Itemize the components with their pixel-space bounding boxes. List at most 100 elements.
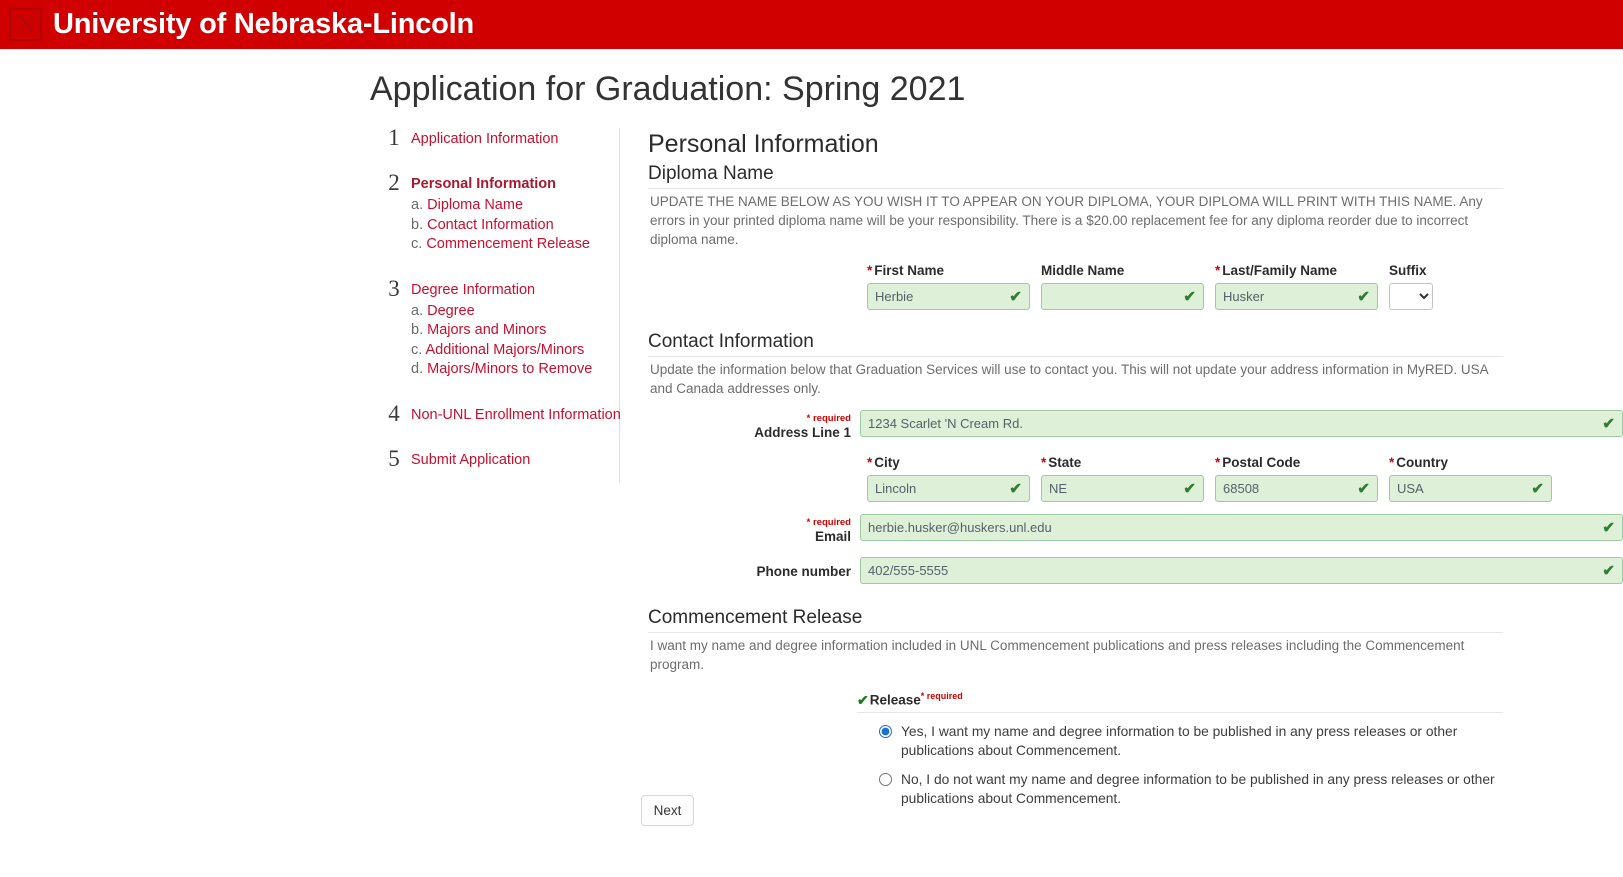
middle-name-label: Middle Name [1041, 263, 1125, 278]
sidebar-item-personal-information[interactable]: Personal Information [411, 175, 617, 194]
contact-helper-text: Update the information below that Gradua… [650, 362, 1488, 396]
list-item: c. Additional Majors/Minors [411, 341, 617, 361]
subsection-heading-commencement-release: Commencement Release [648, 606, 1503, 633]
valid-check-icon: ✔ [1602, 519, 1615, 536]
address-line-1-label: * required Address Line 1 [648, 410, 860, 442]
valid-check-icon: ✔ [1183, 480, 1196, 497]
release-option-no[interactable]: No, I do not want my name and degree inf… [879, 770, 1623, 809]
required-tag: * required [806, 413, 851, 424]
suffix-label: Suffix [1389, 263, 1427, 278]
step-4: 4 Non-UNL Enrollment Information [383, 400, 621, 426]
list-item: c. Commencement Release [411, 235, 617, 255]
sidebar-item-majors-and-minors[interactable]: Majors and Minors [427, 322, 546, 338]
state-input[interactable] [1041, 475, 1204, 502]
address-line-1-input[interactable] [860, 410, 1623, 437]
release-helper-text: I want my name and degree information in… [650, 638, 1465, 672]
valid-check-icon: ✔ [1357, 288, 1370, 305]
institution-title: University of Nebraska-Lincoln [53, 8, 475, 40]
sidebar-item-majors-minors-to-remove[interactable]: Majors/Minors to Remove [427, 361, 592, 377]
step-3: 3 Degree Information a. Degree b. Majors… [383, 275, 617, 380]
list-item: a. Degree [411, 302, 617, 322]
sub-letter: a. [411, 197, 424, 213]
sidebar-item-degree[interactable]: Degree [427, 303, 475, 319]
phone-number-label: Phone number [756, 564, 851, 579]
sidebar-item-application-information[interactable]: Application Information [411, 130, 617, 149]
sidebar-item-diploma-name[interactable]: Diploma Name [427, 197, 523, 213]
last-name-label: * Last/Family Name [1215, 263, 1338, 278]
list-item: b. Majors and Minors [411, 321, 617, 341]
sidebar-item-commencement-release[interactable]: Commencement Release [426, 236, 590, 252]
main-content: Personal Information Diploma Name UPDATE… [648, 128, 1623, 809]
release-radio-no[interactable] [879, 772, 892, 786]
phone-number-input[interactable] [860, 557, 1623, 584]
sidebar-sublist-personal-information: a. Diploma Name b. Contact Information c… [411, 196, 617, 255]
release-option-yes[interactable]: Yes, I want my name and degree informati… [879, 722, 1623, 761]
required-asterisk: * [867, 455, 873, 470]
phone-number-row: Phone number ✔ [648, 557, 1623, 584]
required-asterisk: * [867, 263, 873, 278]
required-asterisk: * [1215, 263, 1221, 278]
required-asterisk: * [1041, 455, 1047, 470]
suffix-field-group: Suffix [1389, 263, 1433, 310]
valid-check-icon: ✔ [1009, 288, 1022, 305]
diploma-name-fields: *First Name ✔ Middle Name ✔ *Last/Family… [867, 263, 1623, 310]
city-state-postal-country-row: *City ✔ *State ✔ *Postal Code ✔ [867, 455, 1623, 502]
middle-name-input[interactable] [1041, 283, 1204, 310]
step-navigation: 1 Application Information 2 Personal Inf… [383, 125, 621, 483]
last-name-field-group: *Last/Family Name ✔ [1215, 263, 1378, 310]
email-field[interactable] [860, 514, 1623, 541]
release-option-no-label: No, I do not want my name and degree inf… [901, 771, 1495, 807]
step-2: 2 Personal Information a. Diploma Name b… [383, 170, 617, 255]
last-name-input[interactable] [1215, 283, 1378, 310]
list-item: a. Diploma Name [411, 196, 617, 216]
sidebar-item-degree-information[interactable]: Degree Information [411, 281, 617, 300]
suffix-select[interactable] [1389, 283, 1433, 310]
sub-letter: c. [411, 341, 423, 358]
sidebar-item-submit-application[interactable]: Submit Application [411, 451, 617, 470]
postal-code-field-group: *Postal Code ✔ [1215, 455, 1378, 502]
step-number: 4 [388, 400, 400, 426]
list-item: b. Contact Information [411, 216, 617, 236]
release-field-group: ✔Release* required Yes, I want my name a… [857, 688, 1623, 809]
nebraska-n-logo-icon [9, 8, 42, 41]
valid-check-icon: ✔ [1183, 288, 1196, 305]
postal-code-label: * Postal Code [1215, 455, 1301, 470]
valid-check-icon: ✔ [1602, 562, 1615, 579]
sub-letter: b. [411, 322, 424, 338]
step-1: 1 Application Information [383, 125, 617, 150]
postal-code-input[interactable] [1215, 475, 1378, 502]
address-line-1-row: * required Address Line 1 ✔ [648, 410, 1623, 442]
city-label: * City [867, 455, 900, 470]
sidebar-sublist-degree-information: a. Degree b. Majors and Minors c. Additi… [411, 302, 617, 380]
step-number: 1 [388, 125, 400, 150]
sub-letter: c. [411, 236, 423, 252]
list-item: d. Majors/Minors to Remove [411, 360, 617, 380]
step-5: 5 Submit Application [383, 445, 617, 471]
release-label: ✔Release* required [857, 688, 1503, 713]
city-input[interactable] [867, 475, 1030, 502]
sidebar-item-contact-information[interactable]: Contact Information [427, 217, 554, 233]
email-label: * required Email [648, 514, 860, 546]
required-tag: * required [920, 691, 963, 701]
step-number: 3 [388, 275, 400, 301]
release-radio-yes[interactable] [879, 724, 892, 738]
step-number: 5 [388, 445, 400, 471]
valid-check-icon: ✔ [1602, 415, 1615, 432]
valid-check-icon: ✔ [1531, 480, 1544, 497]
city-field-group: *City ✔ [867, 455, 1030, 502]
step-number: 2 [388, 170, 400, 195]
sidebar-item-non-unl-enrollment-information[interactable]: Non-UNL Enrollment Information [411, 406, 621, 425]
first-name-field-group: *First Name ✔ [867, 263, 1030, 310]
sub-letter: d. [411, 361, 424, 377]
sidebar-item-additional-majors-minors[interactable]: Additional Majors/Minors [426, 342, 585, 358]
next-button[interactable]: Next [641, 795, 694, 826]
country-field-group: *Country ✔ [1389, 455, 1552, 502]
country-input[interactable] [1389, 475, 1552, 502]
subsection-heading-contact-information: Contact Information [648, 330, 1503, 357]
valid-check-icon: ✔ [1009, 480, 1022, 497]
green-check-icon: ✔ [857, 691, 869, 708]
release-option-yes-label: Yes, I want my name and degree informati… [901, 723, 1458, 759]
first-name-label: * First Name [867, 263, 945, 278]
page-title: Application for Graduation: Spring 2021 [370, 70, 966, 108]
first-name-input[interactable] [867, 283, 1030, 310]
